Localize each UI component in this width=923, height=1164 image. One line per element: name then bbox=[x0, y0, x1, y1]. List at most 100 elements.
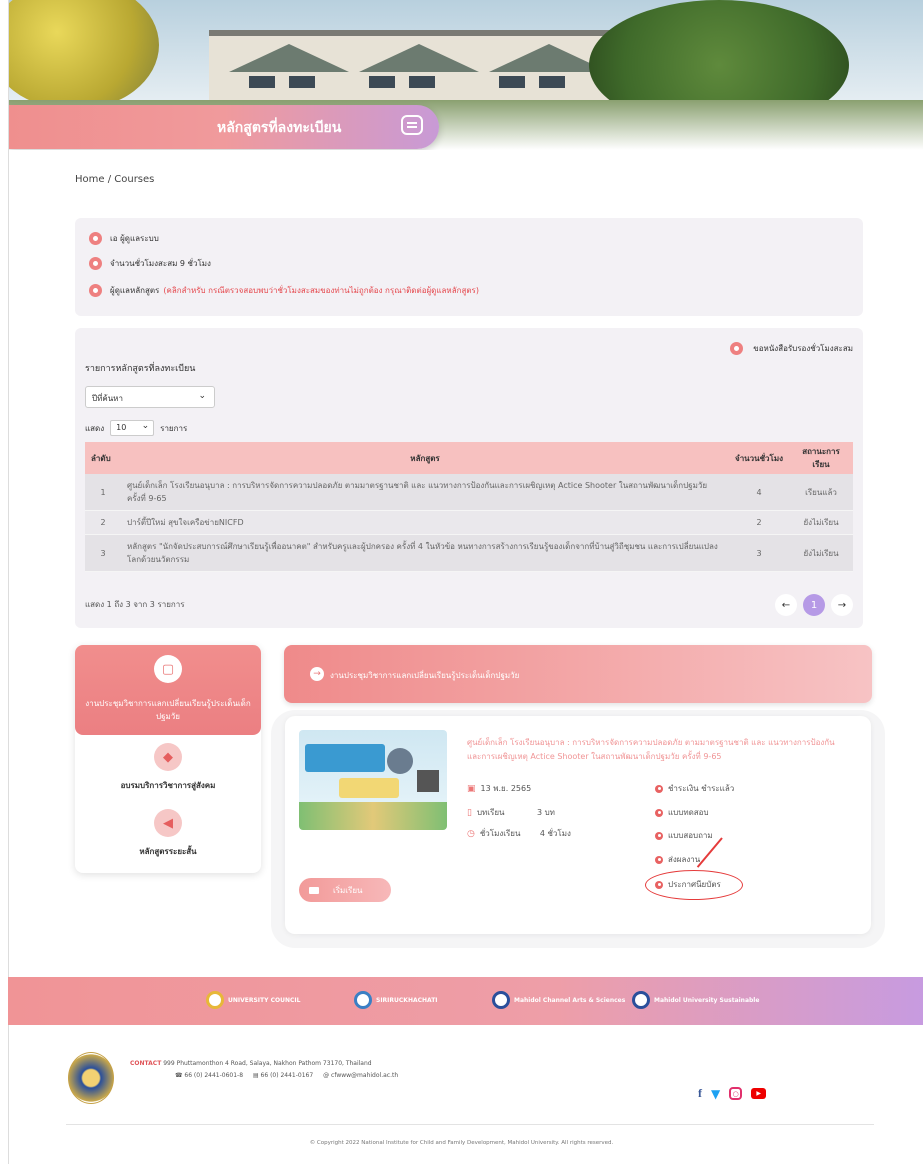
youtube-icon[interactable]: ▶ bbox=[751, 1088, 767, 1099]
row-hours: 4 bbox=[729, 474, 789, 511]
email-icon: @ bbox=[323, 1072, 332, 1079]
row-course: ศูนย์เด็กเล็ก โรงเรียนอนุบาล : การบริหาร… bbox=[121, 474, 729, 511]
category-label: งานประชุมวิชาการแลกเปลี่ยนเรียนรู้ประเด็… bbox=[85, 699, 251, 721]
logo-university-council[interactable]: UNIVERSITY COUNCIL bbox=[206, 991, 300, 1009]
col-course[interactable]: หลักสูตร bbox=[121, 442, 729, 474]
col-hours[interactable]: จำนวนชั่วโมง bbox=[729, 442, 789, 474]
admin-label: ผู้ดูแลหลักสูตร bbox=[110, 286, 160, 295]
phone-icon: ☎ bbox=[175, 1072, 185, 1079]
table-info: แสดง 1 ถึง 3 จาก 3 รายการ bbox=[85, 600, 185, 609]
request-certificate-button[interactable]: ขอหนังสือรับรองชั่วโมงสะสม bbox=[730, 342, 853, 355]
instagram-icon[interactable]: ○ bbox=[729, 1087, 743, 1100]
page-1-button[interactable]: 1 bbox=[803, 594, 825, 616]
hours-total: จำนวนชั่วโมงสะสม 9 ชั่วโมง bbox=[110, 259, 211, 268]
twitter-icon[interactable]: ▼ bbox=[711, 1087, 720, 1101]
video-icon bbox=[309, 886, 319, 894]
logo-text: Mahidol University Sustainable bbox=[654, 996, 760, 1004]
banner-window bbox=[289, 76, 315, 88]
logo-mark bbox=[632, 991, 650, 1009]
logo-mark bbox=[206, 991, 224, 1009]
banner-building bbox=[209, 30, 629, 100]
status-quiz[interactable]: แบบทดสอบ bbox=[655, 806, 709, 819]
year-select[interactable]: ปีที่ค้นหา ⌄ bbox=[85, 386, 215, 408]
copyright: © Copyright 2022 National Institute for … bbox=[309, 1140, 614, 1146]
contact-phone: 66 (0) 2441-0601-8 bbox=[184, 1072, 244, 1079]
date-value: 13 พ.ย. 2565 bbox=[480, 784, 532, 793]
poster-date bbox=[339, 778, 399, 798]
box-icon: ◆ bbox=[154, 743, 182, 771]
chevron-down-icon: ⌄ bbox=[141, 421, 150, 431]
breadcrumb[interactable]: Home / Courses bbox=[75, 174, 154, 185]
admin-contact-link[interactable]: (คลิกสำหรับ กรณีตรวจสอบพบว่าชั่วโมงสะสมข… bbox=[163, 284, 479, 297]
social-links: f ▼ ○ ▶ bbox=[698, 1086, 767, 1101]
poster-banner bbox=[305, 744, 385, 772]
phone-icon bbox=[89, 284, 102, 297]
course-lessons: ▯ บทเรียน 3 บท bbox=[467, 806, 555, 819]
show-suffix: รายการ bbox=[160, 423, 188, 433]
start-label: เริ่มเรียน bbox=[333, 885, 363, 895]
year-select-value: ปีที่ค้นหา bbox=[92, 394, 123, 403]
logo-text: Mahidol Channel Arts & Sciences bbox=[514, 996, 626, 1004]
fax-icon: ▤ bbox=[252, 1072, 261, 1079]
pagination: ← 1 → bbox=[775, 594, 853, 616]
category-service[interactable]: ◆ อบรมบริการวิชาการสู่สังคม bbox=[75, 743, 261, 792]
status-submission[interactable]: ส่งผลงาน bbox=[655, 853, 700, 866]
course-poster[interactable] bbox=[299, 730, 447, 830]
logo-siriruckhachati[interactable]: SIRIRUCKHACHATI bbox=[354, 991, 438, 1009]
page-size-value: 10 bbox=[116, 423, 127, 432]
logo-mahidol-channel[interactable]: Mahidol Channel Arts & Sciences bbox=[492, 991, 625, 1009]
status-label: ชำระเงิน ชำระแล้ว bbox=[668, 784, 735, 793]
logo-text: UNIVERSITY COUNCIL bbox=[228, 996, 301, 1004]
institute-seal-logo bbox=[68, 1052, 114, 1104]
facebook-icon[interactable]: f bbox=[698, 1086, 702, 1101]
status-payment[interactable]: ชำระเงิน ชำระแล้ว bbox=[655, 782, 734, 795]
clock-icon: ◷ bbox=[467, 828, 475, 839]
section-title: งานประชุมวิชาการแลกเปลี่ยนเรียนรู้ประเด็… bbox=[330, 671, 520, 680]
chat-icon: ▢ bbox=[154, 655, 182, 683]
poster-qr bbox=[417, 770, 439, 792]
course-title[interactable]: ศูนย์เด็กเล็ก โรงเรียนอนุบาล : การบริหาร… bbox=[467, 736, 847, 764]
contact-email[interactable]: cfwww@mahidol.ac.th bbox=[331, 1072, 398, 1079]
col-no[interactable]: ลำดับ bbox=[85, 442, 121, 474]
col-status[interactable]: สถานะการเรียน bbox=[789, 442, 853, 474]
row-no: 1 bbox=[85, 474, 121, 511]
banner-window bbox=[499, 76, 525, 88]
row-no: 3 bbox=[85, 534, 121, 572]
show-prefix: แสดง bbox=[85, 423, 105, 433]
banner-window bbox=[369, 76, 395, 88]
banner-window bbox=[409, 76, 435, 88]
category-short-course[interactable]: ◀ หลักสูตรระยะสั้น bbox=[75, 809, 261, 858]
status-label: แบบสอบถาม bbox=[668, 831, 713, 840]
contact-fax: 66 (0) 2441-0167 bbox=[260, 1072, 314, 1079]
banner-window bbox=[539, 76, 565, 88]
table-row[interactable]: 2 ปาร์ตี้ปีใหม่ สุขใจเครือข่ายNICFD 2 ยั… bbox=[85, 510, 853, 535]
status-survey[interactable]: แบบสอบถาม bbox=[655, 829, 713, 842]
lessons-label: บทเรียน bbox=[476, 808, 505, 817]
category-conference[interactable]: ▢ งานประชุมวิชาการแลกเปลี่ยนเรียนรู้ประเ… bbox=[75, 645, 261, 735]
table-row[interactable]: 1 ศูนย์เด็กเล็ก โรงเรียนอนุบาล : การบริห… bbox=[85, 474, 853, 511]
poster-scene bbox=[299, 802, 447, 830]
course-list-box: ขอหนังสือรับรองชั่วโมงสะสม รายการหลักสูต… bbox=[75, 328, 863, 628]
row-status: ยังไม่เรียน bbox=[789, 534, 853, 572]
row-hours: 2 bbox=[729, 510, 789, 535]
info-hours: จำนวนชั่วโมงสะสม 9 ชั่วโมง bbox=[89, 257, 211, 270]
page-title-bar: หลักสูตรที่ลงทะเบียน bbox=[9, 105, 439, 149]
logo-mahidol-sustainable[interactable]: Mahidol University Sustainable bbox=[632, 991, 759, 1009]
table-row[interactable]: 3 หลักสูตร "นักจัดประสบการณ์ศึกษาเรียนรู… bbox=[85, 534, 853, 572]
logo-text: SIRIRUCKHACHATI bbox=[376, 996, 438, 1004]
status-dot-icon bbox=[655, 784, 663, 793]
partner-logo-band: UNIVERSITY COUNCIL SIRIRUCKHACHATI Mahid… bbox=[8, 977, 923, 1025]
row-course: หลักสูตร "นักจัดประสบการณ์ศึกษาเรียนรู้เ… bbox=[121, 534, 729, 572]
course-duration: ◷ ชั่วโมงเรียน 4 ชั่วโมง bbox=[467, 827, 571, 840]
prev-page-button[interactable]: ← bbox=[775, 594, 797, 616]
start-learning-button[interactable]: เริ่มเรียน bbox=[299, 878, 391, 902]
row-status: ยังไม่เรียน bbox=[789, 510, 853, 535]
course-card: เริ่มเรียน ศูนย์เด็กเล็ก โรงเรียนอนุบาล … bbox=[285, 716, 871, 934]
category-label: อบรมบริการวิชาการสู่สังคม bbox=[120, 781, 216, 790]
clock-icon bbox=[89, 257, 102, 270]
page-size-control: แสดง 10 ⌄ รายการ bbox=[85, 420, 187, 436]
page-size-select[interactable]: 10 ⌄ bbox=[110, 420, 155, 436]
status-dot-icon bbox=[655, 831, 663, 840]
info-admin[interactable]: ผู้ดูแลหลักสูตร (คลิกสำหรับ กรณีตรวจสอบพ… bbox=[89, 284, 479, 297]
next-page-button[interactable]: → bbox=[831, 594, 853, 616]
